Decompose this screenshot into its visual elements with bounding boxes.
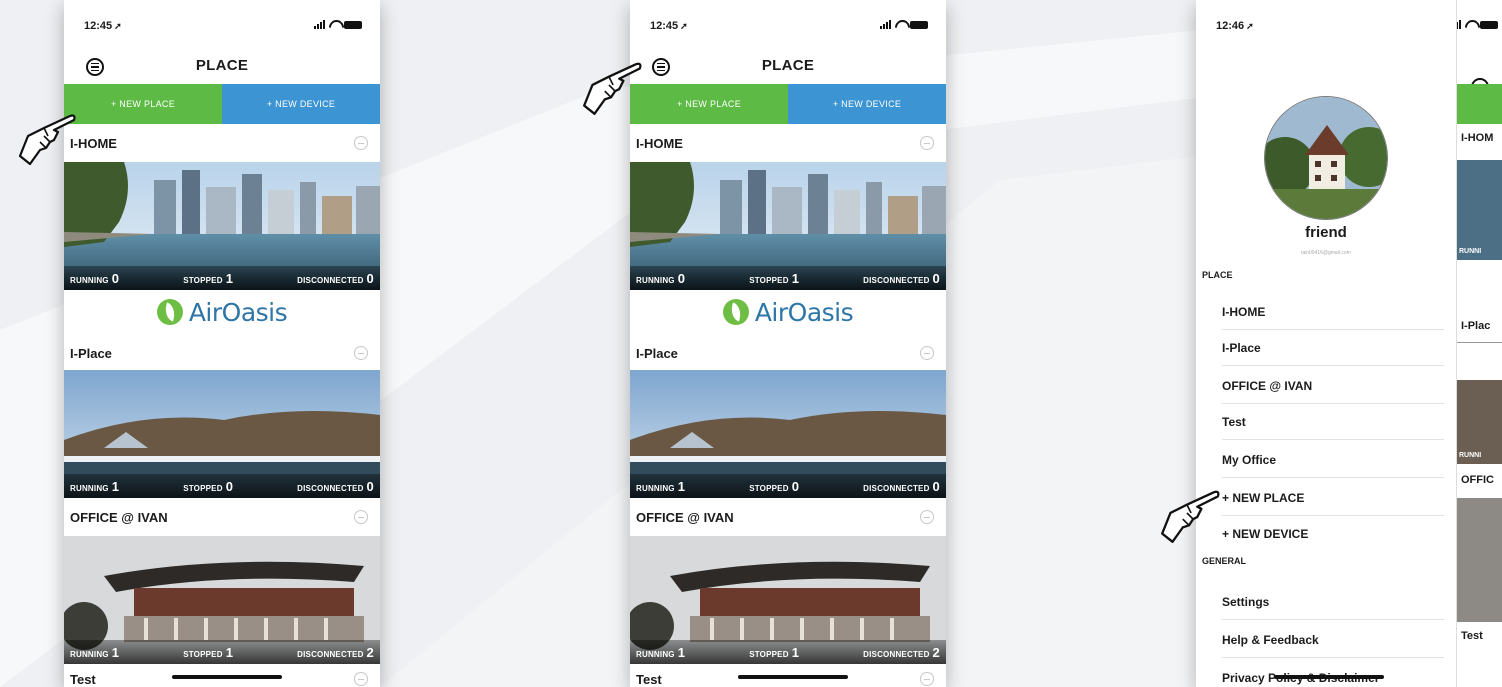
battery-icon [344, 20, 362, 29]
place-row-office[interactable]: OFFICE @ IVAN [630, 498, 946, 536]
main-screen-peek[interactable]: I-HOM RUNNI I-Plac RUNNI OFFIC Test [1456, 0, 1502, 687]
profile-name: friend [1305, 224, 1347, 241]
status-time: 12:45 ➚ [84, 20, 122, 32]
place-photo-palace[interactable]: RUNNING 1 STOPPED 1 DISCONNECTED 2 [630, 536, 946, 664]
home-indicator[interactable] [1274, 675, 1384, 679]
pointing-hand-icon [1161, 490, 1220, 543]
place-name: I-Place [636, 346, 678, 361]
status-time: 12:46 ➚ [1216, 20, 1254, 32]
airoasis-logo: AirOasis [630, 290, 946, 334]
place-row-ihome[interactable]: I-HOME [630, 124, 946, 162]
remove-icon[interactable] [920, 346, 934, 360]
new-device-button[interactable]: + NEW DEVICE [788, 84, 946, 124]
profile-email: iain00416@gmail.com [1301, 250, 1351, 256]
side-drawer: 12:46 ➚ friend iain00416@gmail.com PLACE … [1196, 0, 1456, 687]
drawer-item-ihome[interactable]: I-HOME [1222, 294, 1444, 330]
place-photo-city[interactable]: RUNNING 0 STOPPED 1 DISCONNECTED 0 [64, 162, 380, 290]
status-bar: 12:45 ➚ [64, 0, 380, 44]
remove-icon[interactable] [354, 136, 368, 150]
place-row-iplace[interactable]: I-Place [630, 334, 946, 372]
place-name: Test [636, 672, 662, 687]
place-row-iplace[interactable]: I-Place [64, 334, 380, 372]
drawer-item-help[interactable]: Help & Feedback [1222, 622, 1444, 658]
home-indicator[interactable] [172, 675, 282, 679]
remove-icon[interactable] [920, 136, 934, 150]
leaf-icon [722, 299, 749, 325]
wifi-icon [329, 20, 340, 29]
place-name: I-Plac [1461, 320, 1491, 332]
new-device-button[interactable]: + NEW DEVICE [222, 84, 380, 124]
place-photo-lake[interactable]: RUNNING 1 STOPPED 0 DISCONNECTED 0 [630, 370, 946, 498]
place-name: OFFICE @ IVAN [70, 510, 168, 525]
signal-icon [880, 20, 891, 29]
drawer-item-iplace[interactable]: I-Place [1222, 330, 1444, 366]
drawer-item-my-office[interactable]: My Office [1222, 442, 1444, 478]
new-place-button[interactable]: + NEW PLACE [64, 84, 222, 124]
remove-icon[interactable] [354, 510, 368, 524]
phone-screen-1: 12:45 ➚ PLACE + NEW PLACE + NEW DEVICE I-… [64, 0, 380, 687]
drawer-item-privacy[interactable]: Privacy Policy & Disclaimer [1222, 660, 1444, 687]
battery-icon [1480, 20, 1498, 29]
logo-text: AirOasis [754, 297, 854, 327]
place-stats: RUNNING 1 STOPPED 1 DISCONNECTED 2 [630, 640, 946, 664]
page-title: PLACE [761, 57, 815, 74]
nav-bar: PLACE [630, 44, 946, 84]
place-stats: RUNNING 1 STOPPED 0 DISCONNECTED 0 [630, 474, 946, 498]
status-bar: 12:45 ➚ [630, 0, 946, 44]
leaf-icon [156, 299, 183, 325]
home-indicator[interactable] [738, 675, 848, 679]
place-name: I-HOME [636, 136, 683, 151]
wifi-icon [895, 20, 906, 29]
section-header-place: PLACE [1202, 270, 1233, 280]
place-stats: RUNNING 0 STOPPED 1 DISCONNECTED 0 [630, 266, 946, 290]
remove-icon[interactable] [920, 510, 934, 524]
phone-screen-3: 12:46 ➚ friend iain00416@gmail.com PLACE … [1196, 0, 1502, 687]
place-name: Test [1461, 630, 1483, 642]
place-photo-palace[interactable] [1457, 498, 1502, 622]
stat-label: RUNNI [1459, 452, 1482, 459]
remove-icon[interactable] [354, 346, 368, 360]
drawer-item-settings[interactable]: Settings [1222, 584, 1444, 620]
place-row-office[interactable]: OFFICE @ IVAN [64, 498, 380, 536]
place-photo-palace[interactable]: RUNNING 1 STOPPED 1 DISCONNECTED 2 [64, 536, 380, 664]
battery-icon [910, 20, 928, 29]
drawer-item-test[interactable]: Test [1222, 404, 1444, 440]
pointing-hand-icon [18, 114, 76, 166]
logo-text: AirOasis [188, 297, 288, 327]
place-stats: RUNNING 1 STOPPED 0 DISCONNECTED 0 [64, 474, 380, 498]
place-row-ihome[interactable]: I-HOME [64, 124, 380, 162]
avatar[interactable] [1264, 96, 1388, 220]
pointing-hand-icon [583, 62, 642, 115]
phone-screen-2: 12:45 ➚ PLACE + NEW PLACE + NEW DEVICE I-… [630, 0, 946, 687]
drawer-item-new-device[interactable]: + NEW DEVICE [1222, 516, 1444, 552]
signal-icon [1457, 20, 1461, 29]
place-name: Test [70, 672, 96, 687]
signal-icon [314, 20, 325, 29]
drawer-item-office[interactable]: OFFICE @ IVAN [1222, 368, 1444, 404]
place-photo-lake[interactable]: RUNNING 1 STOPPED 0 DISCONNECTED 0 [64, 370, 380, 498]
place-name: OFFICE @ IVAN [636, 510, 734, 525]
divider [1457, 342, 1502, 343]
place-photo-city[interactable] [1457, 160, 1502, 260]
new-place-button[interactable]: + NEW PLACE [630, 84, 788, 124]
section-header-general: GENERAL [1202, 556, 1247, 566]
drawer-item-new-place[interactable]: + NEW PLACE [1222, 480, 1444, 516]
new-place-button[interactable] [1457, 84, 1502, 124]
place-stats: RUNNING 0 STOPPED 1 DISCONNECTED 0 [64, 266, 380, 290]
page-title: PLACE [195, 57, 249, 74]
stat-label: RUNNI [1459, 248, 1482, 255]
remove-icon[interactable] [920, 672, 934, 686]
wifi-icon [1465, 20, 1476, 29]
remove-icon[interactable] [354, 672, 368, 686]
place-name: I-HOM [1461, 132, 1494, 144]
place-stats: RUNNING 1 STOPPED 1 DISCONNECTED 2 [64, 640, 380, 664]
status-time: 12:45 ➚ [650, 20, 688, 32]
nav-bar: PLACE [64, 44, 380, 84]
place-name: OFFIC [1461, 474, 1494, 486]
place-photo-city[interactable]: RUNNING 0 STOPPED 1 DISCONNECTED 0 [630, 162, 946, 290]
place-name: I-Place [70, 346, 112, 361]
airoasis-logo: AirOasis [64, 290, 380, 334]
